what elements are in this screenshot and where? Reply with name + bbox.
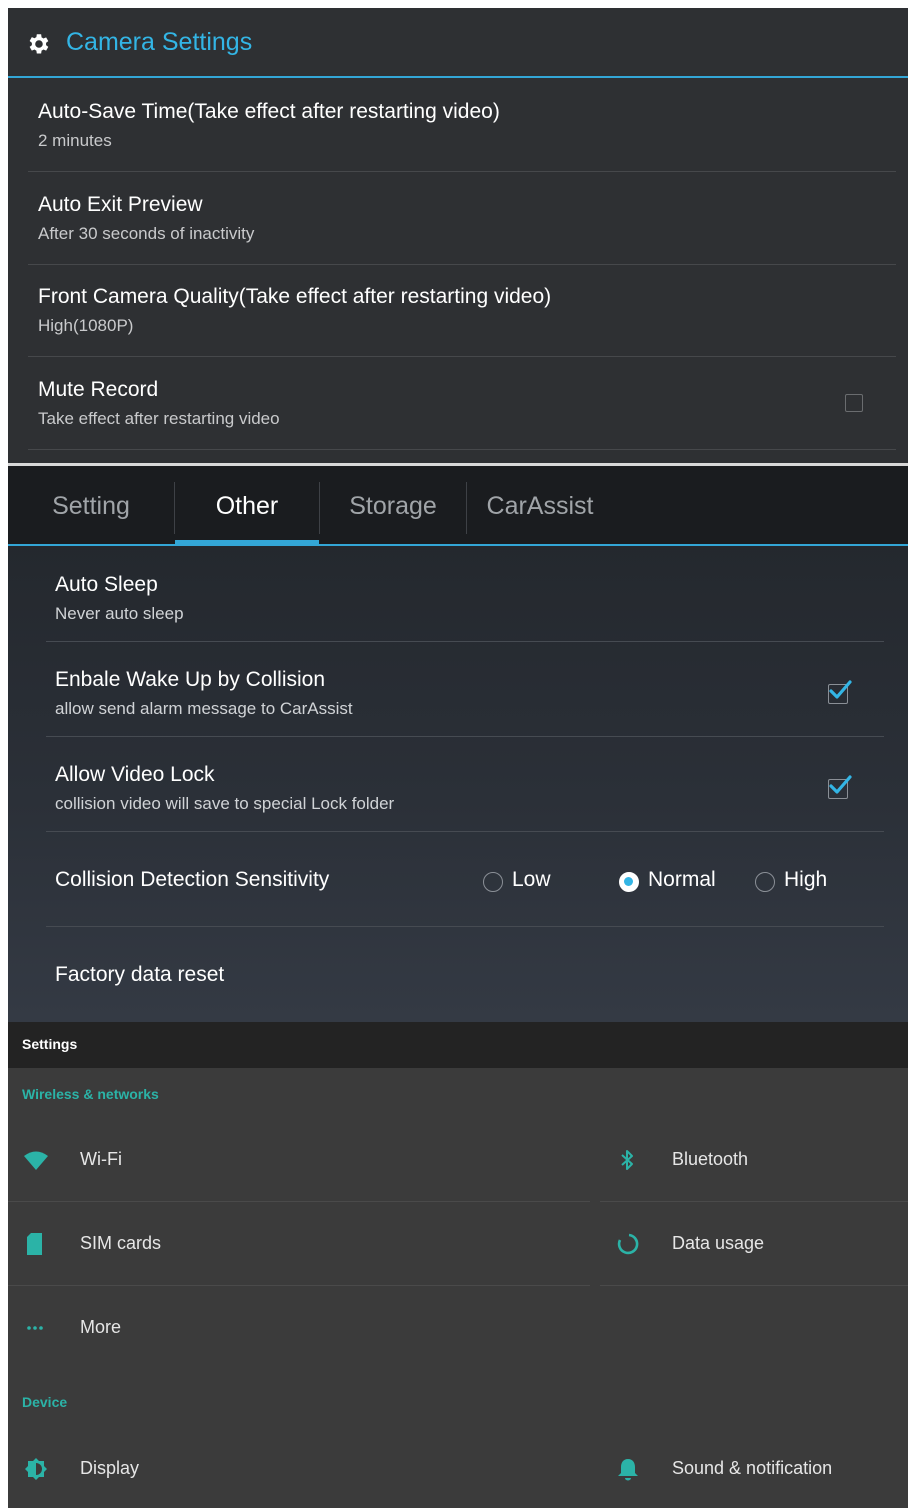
tab-other[interactable]: Other [175,466,319,546]
setting-title: Front Camera Quality(Take effect after r… [38,285,552,308]
factory-reset-setting[interactable]: Factory data reset [46,927,884,1022]
auto-sleep-setting[interactable]: Auto Sleep Never auto sleep [46,547,884,642]
video-lock-checkbox[interactable] [828,775,852,799]
setting-title: Auto Sleep [55,573,158,596]
auto-save-time-setting[interactable]: Auto-Save Time(Take effect after restart… [28,80,896,172]
settings-item-label: SIM cards [80,1233,162,1253]
checkmark-icon [829,775,852,794]
camera-settings-title: Camera Settings [66,28,253,56]
mute-record-checkbox[interactable] [845,394,863,412]
settings-item-label: Wi-Fi [80,1149,122,1169]
settings-item-bluetooth[interactable]: Bluetooth [600,1118,908,1202]
setting-summary: allow send alarm message to CarAssist [55,699,353,718]
settings-item-label: Data usage [672,1233,765,1253]
settings-item-label: Bluetooth [672,1149,749,1169]
settings-item-data-usage[interactable]: Data usage [600,1202,908,1286]
brightness-icon [25,1458,47,1480]
setting-title: Enbale Wake Up by Collision [55,668,326,691]
auto-exit-preview-setting[interactable]: Auto Exit Preview After 30 seconds of in… [28,173,896,265]
front-camera-quality-setting[interactable]: Front Camera Quality(Take effect after r… [28,265,896,357]
setting-summary: Never auto sleep [55,604,184,623]
tab-label: CarAssist [486,491,594,520]
setting-title: Auto-Save Time(Take effect after restart… [38,100,500,123]
settings-app-panel: Settings Wireless & networks Wi-Fi Bluet… [8,1022,908,1508]
camera-settings-panel: Camera Settings Auto-Save Time(Take effe… [8,8,908,466]
tab-carassist[interactable]: CarAssist [467,466,613,546]
settings-item-more[interactable]: More [8,1286,590,1370]
active-tab-indicator [175,540,319,546]
other-settings-panel: Setting Other Storage CarAssist Auto Sle… [8,466,908,1022]
wake-up-checkbox[interactable] [828,680,852,704]
bluetooth-icon [621,1150,633,1170]
setting-summary: After 30 seconds of inactivity [38,224,255,243]
setting-title: Mute Record [38,378,159,401]
camera-settings-header: Camera Settings [8,8,908,78]
radio-label-normal[interactable]: Normal [648,868,716,892]
section-header-device: Device [22,1394,68,1410]
more-dots-icon [27,1326,43,1330]
video-lock-setting[interactable]: Allow Video Lock collision video will sa… [46,737,884,832]
collision-sensitivity-setting: Collision Detection Sensitivity Low Norm… [46,832,884,927]
setting-title: Collision Detection Sensitivity [55,868,330,891]
radio-low[interactable] [483,872,503,892]
tab-label: Storage [349,491,437,520]
data-usage-icon [617,1233,639,1255]
setting-title: Factory data reset [55,963,225,986]
section-header-wireless: Wireless & networks [22,1086,159,1102]
settings-item-sim-cards[interactable]: SIM cards [8,1202,590,1286]
tab-storage[interactable]: Storage [320,466,466,546]
wifi-icon [24,1151,48,1170]
settings-item-wifi[interactable]: Wi-Fi [8,1118,590,1202]
radio-label-low[interactable]: Low [512,868,551,892]
action-bar: Settings [8,1022,908,1068]
mute-record-setting[interactable]: Mute Record Take effect after restarting… [28,358,896,450]
tab-label: Setting [52,491,130,520]
settings-item-label: More [80,1317,122,1337]
gear-icon [29,34,49,54]
page-title: Settings [22,1036,78,1052]
tab-setting[interactable]: Setting [8,466,174,546]
bell-icon [618,1459,638,1481]
radio-label-high[interactable]: High [784,868,827,892]
setting-summary: Take effect after restarting video [38,409,280,428]
wake-up-by-collision-setting[interactable]: Enbale Wake Up by Collision allow send a… [46,642,884,737]
sim-card-icon [27,1233,42,1255]
setting-summary: collision video will save to special Loc… [55,794,395,813]
checkmark-icon [829,680,852,699]
setting-summary: 2 minutes [38,131,112,150]
settings-item-sound-notification[interactable]: Sound & notification [600,1427,908,1508]
radio-normal[interactable] [619,872,639,892]
radio-high[interactable] [755,872,775,892]
settings-item-label: Display [80,1458,140,1478]
setting-title: Allow Video Lock [55,763,215,786]
settings-item-label: Sound & notification [672,1458,833,1478]
setting-summary: High(1080P) [38,316,134,335]
setting-title: Auto Exit Preview [38,193,203,216]
tab-bar: Setting Other Storage CarAssist [8,466,908,546]
tab-label: Other [215,491,279,520]
settings-item-display[interactable]: Display [8,1427,590,1508]
